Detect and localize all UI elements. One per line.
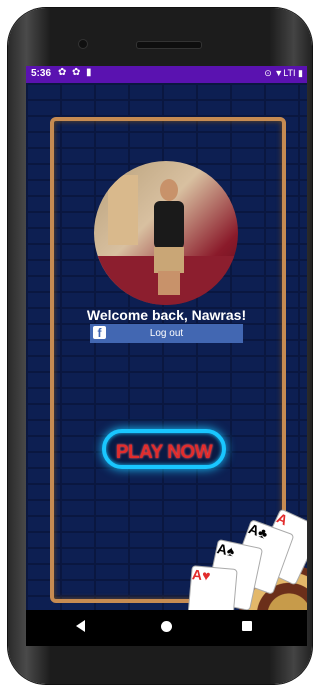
- brick-wall-background: Welcome back, Nawras! f Log out PLAY NOW…: [26, 83, 307, 632]
- front-camera: [78, 39, 88, 49]
- photo-door: [108, 175, 138, 245]
- status-bar: 5:36 ✿ ✿ ▮ ⊙ ▼LTI ▮: [26, 66, 307, 83]
- sd-card-icon: ▮: [86, 67, 92, 78]
- recent-apps-icon[interactable]: [242, 621, 252, 631]
- logout-label: Log out: [149, 328, 184, 339]
- play-now-button[interactable]: PLAY NOW: [102, 429, 226, 469]
- profile-avatar: [94, 161, 238, 305]
- photo-person-head: [160, 179, 178, 201]
- photo-person-legs: [158, 271, 180, 295]
- earpiece-speaker: [136, 41, 202, 49]
- welcome-message: Welcome back, Nawras!: [86, 307, 247, 323]
- status-time: 5:36: [31, 68, 52, 79]
- facebook-logout-button[interactable]: f Log out: [90, 324, 243, 343]
- photo-person-shirt: [154, 201, 184, 249]
- app-screen: 5:36 ✿ ✿ ▮ ⊙ ▼LTI ▮ Welcome back, Nawras…: [26, 66, 307, 632]
- back-icon[interactable]: [76, 620, 85, 632]
- home-icon[interactable]: [161, 621, 172, 632]
- system-navigation-bar: [26, 610, 307, 646]
- settings-icon: ✿: [58, 67, 67, 78]
- settings-icon: ✿: [72, 67, 81, 78]
- status-right-icons: ⊙ ▼LTI ▮: [264, 68, 303, 78]
- photo-person-shorts: [154, 247, 184, 273]
